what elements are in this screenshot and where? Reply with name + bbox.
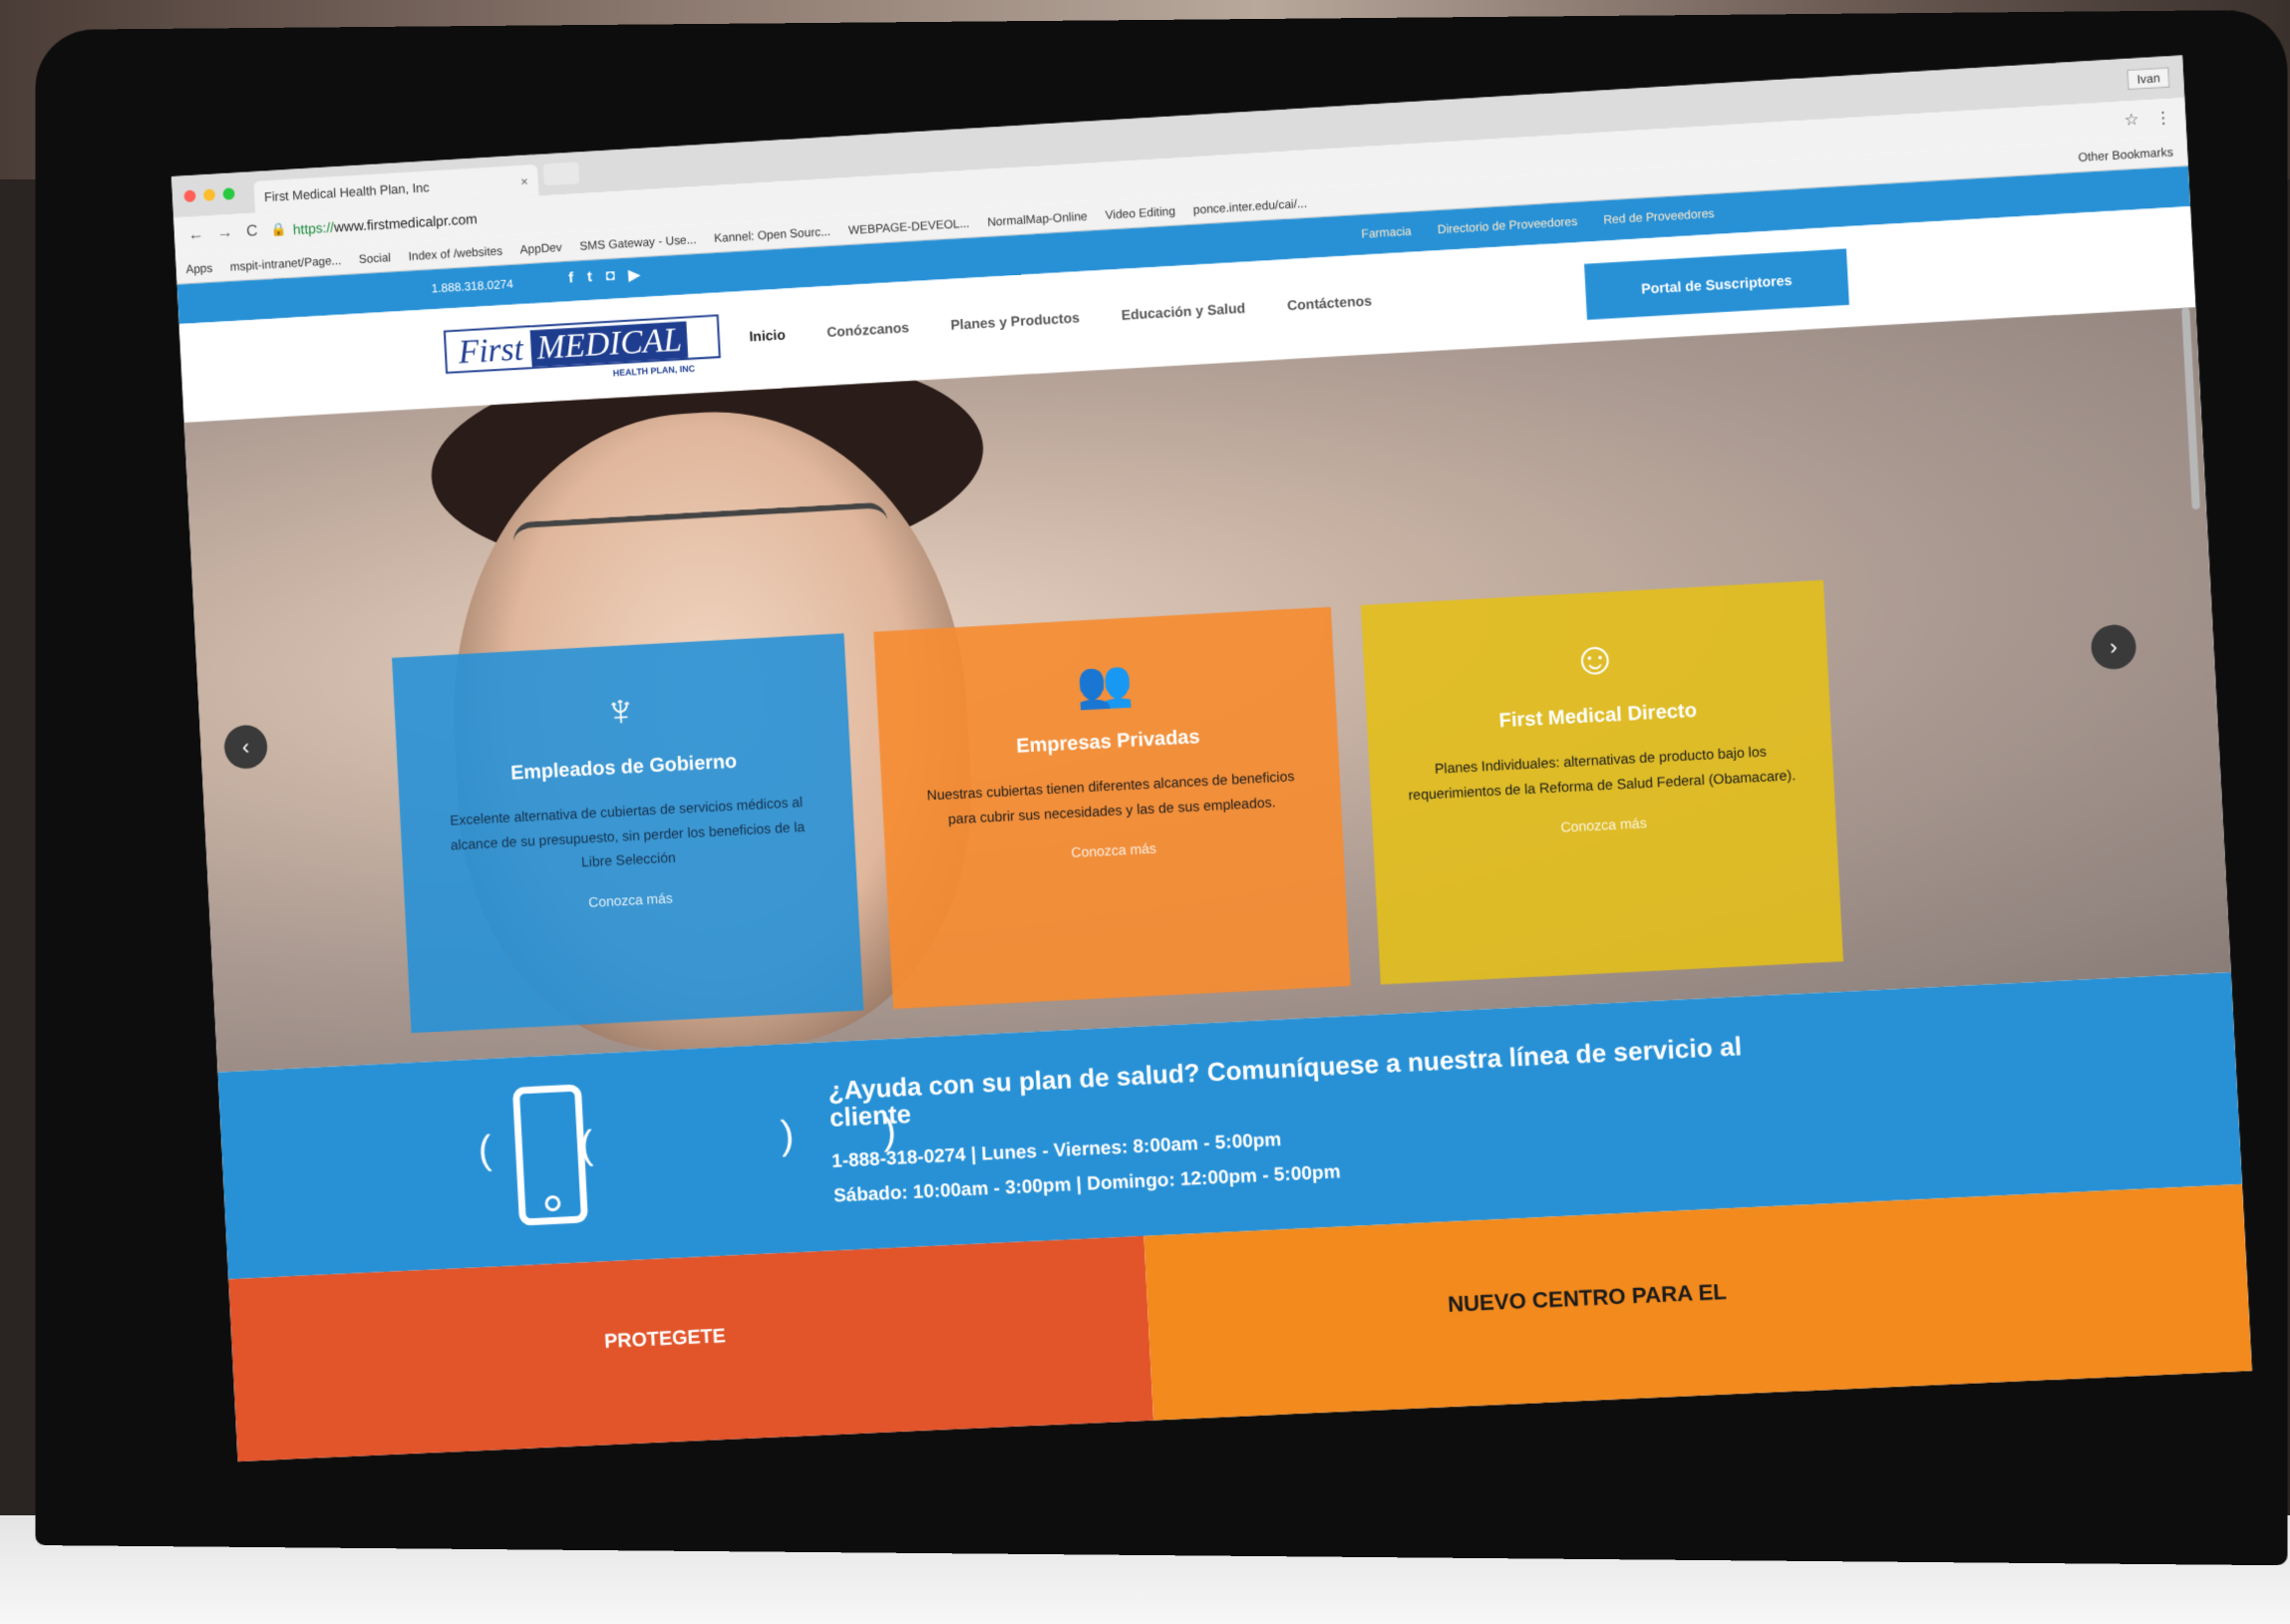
- window-controls: [183, 187, 234, 202]
- close-window-icon[interactable]: [183, 189, 195, 202]
- tie-icon: ♆: [429, 665, 814, 755]
- nav-educacion[interactable]: Educación y Salud: [1121, 300, 1245, 323]
- slider-prev-icon[interactable]: ‹: [223, 724, 268, 770]
- card-title: Empleados de Gobierno: [433, 747, 816, 790]
- url-protocol: https://: [293, 219, 335, 237]
- bookmark-item[interactable]: Kannel: Open Sourc...: [714, 224, 831, 245]
- bookmark-item[interactable]: Index of /websites: [408, 243, 502, 262]
- mobile-phone-icon: [512, 1084, 588, 1225]
- monitor-bezel: First Medical Health Plan, Inc × Ivan ← …: [35, 10, 2287, 1566]
- forward-icon[interactable]: →: [216, 224, 233, 243]
- lock-icon: 🔒: [271, 222, 288, 239]
- other-bookmarks[interactable]: Other Bookmarks: [2078, 145, 2173, 164]
- twitter-icon[interactable]: t: [587, 268, 593, 286]
- youtube-icon[interactable]: ▶: [628, 265, 640, 284]
- bookmark-item[interactable]: NormalMap-Online: [987, 208, 1088, 228]
- help-title: ¿Ayuda con su plan de salud? Comuníquese…: [827, 1029, 1829, 1133]
- portal-button[interactable]: Portal de Suscriptores: [1584, 248, 1849, 320]
- promo-title: NUEVO CENTRO PARA EL: [1447, 1279, 1727, 1318]
- tab-title: First Medical Health Plan, Inc: [264, 179, 430, 204]
- card-empresas-privadas: 👥 Empresas Privadas Nuestras cubiertas t…: [873, 607, 1351, 1009]
- browser-window: First Medical Health Plan, Inc × Ivan ← …: [171, 56, 2252, 1462]
- minimize-window-icon[interactable]: [203, 188, 215, 201]
- social-links: f t ◘ ▶: [568, 265, 640, 287]
- card-more-link[interactable]: Conozca más: [921, 832, 1308, 868]
- profile-button[interactable]: Ivan: [2127, 67, 2170, 90]
- menu-icon[interactable]: ⋮: [2154, 108, 2171, 129]
- logo-first: First: [458, 331, 524, 371]
- logo-subtitle: HEALTH PLAN, INC: [613, 364, 696, 379]
- person-icon: ☺: [1399, 612, 1793, 703]
- logo-medical: MEDICAL: [530, 321, 689, 367]
- reload-icon[interactable]: C: [246, 222, 258, 240]
- bookmark-item[interactable]: Social: [359, 250, 392, 266]
- card-more-link[interactable]: Conozca más: [440, 881, 821, 917]
- group-icon: 👥: [911, 639, 1301, 730]
- bookmark-item[interactable]: Video Editing: [1105, 203, 1175, 221]
- farmacia-link[interactable]: Farmacia: [1361, 224, 1412, 241]
- instagram-icon[interactable]: ◘: [605, 267, 615, 285]
- bookmark-item[interactable]: AppDev: [519, 239, 562, 255]
- topbar-phone: 1.888.318.0274: [432, 277, 514, 296]
- nav-planes[interactable]: Planes y Productos: [950, 309, 1080, 332]
- new-tab-button[interactable]: [543, 162, 580, 185]
- card-title: Empresas Privadas: [915, 721, 1302, 764]
- bookmark-item[interactable]: SMS Gateway - Use...: [579, 232, 697, 253]
- card-text: Nuestras cubiertas tienen diferentes alc…: [917, 764, 1305, 832]
- red-link[interactable]: Red de Proveedores: [1603, 206, 1715, 227]
- back-icon[interactable]: ←: [187, 226, 204, 245]
- card-first-medical-directo: ☺ First Medical Directo Planes Individua…: [1361, 580, 1843, 985]
- nav-contactenos[interactable]: Contáctenos: [1287, 292, 1373, 313]
- card-text: Planes Individuales: alternativas de pro…: [1405, 738, 1798, 808]
- url-field[interactable]: 🔒 https://www.firstmedicalpr.com: [271, 210, 478, 238]
- star-icon[interactable]: ☆: [2124, 110, 2139, 131]
- tab-close-icon[interactable]: ×: [520, 173, 528, 188]
- url-host: www.firstmedicalpr.com: [334, 210, 478, 234]
- card-title: First Medical Directo: [1403, 695, 1795, 739]
- nav-conozcanos[interactable]: Conózcanos: [826, 319, 909, 340]
- nav-inicio[interactable]: Inicio: [749, 326, 786, 344]
- promo-title: PROTEGETE: [604, 1325, 727, 1353]
- card-empleados-gobierno: ♆ Empleados de Gobierno Excelente altern…: [392, 633, 863, 1033]
- bookmark-item[interactable]: Apps: [185, 260, 212, 275]
- bookmark-item[interactable]: mspit-intranet/Page...: [229, 253, 341, 273]
- hero-slider: ♆ Empleados de Gobierno Excelente altern…: [184, 307, 2231, 1073]
- directorio-link[interactable]: Directorio de Proveedores: [1437, 214, 1577, 236]
- bookmark-item[interactable]: ponce.inter.edu/cai/...: [1193, 195, 1308, 216]
- card-text: Excelente alternativa de cubiertas de se…: [435, 789, 819, 881]
- bookmark-item[interactable]: WEBPAGE-DEVEOL...: [848, 215, 970, 236]
- card-more-link[interactable]: Conozca más: [1409, 807, 1799, 842]
- maximize-window-icon[interactable]: [222, 187, 234, 200]
- facebook-icon[interactable]: f: [568, 269, 574, 287]
- slider-next-icon[interactable]: ›: [2090, 624, 2136, 671]
